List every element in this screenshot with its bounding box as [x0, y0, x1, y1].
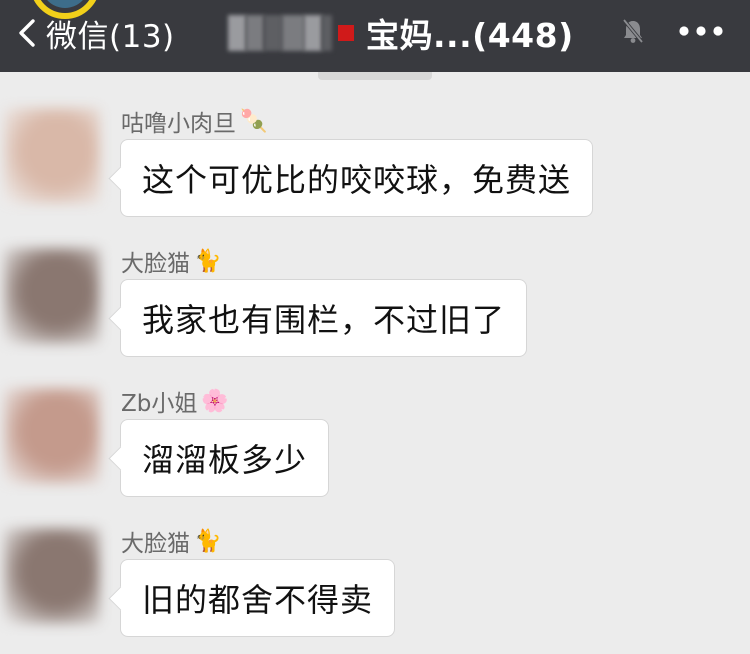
avatar[interactable]	[4, 528, 100, 624]
message-bubble[interactable]: 溜溜板多少	[120, 419, 330, 497]
cat-emoji-icon: 🐈	[194, 248, 222, 274]
flower-emoji-icon: 🌸	[201, 388, 229, 414]
message-bubble[interactable]: 旧的都舍不得卖	[120, 559, 396, 637]
chat-title[interactable]: 宝妈...(448)	[228, 6, 574, 60]
back-label: 微信(13)	[46, 18, 175, 55]
pull-down-tab	[318, 72, 432, 80]
dango-emoji-icon: 🍡	[240, 108, 268, 134]
sender-name: Zb小姐 🌸	[121, 384, 229, 418]
chat-title-text: 宝妈...(448)	[366, 16, 574, 55]
avatar[interactable]	[4, 248, 100, 344]
avatar[interactable]	[4, 108, 100, 204]
chevron-left-icon	[19, 19, 35, 47]
message-bubble[interactable]: 我家也有围栏，不过旧了	[120, 279, 528, 357]
cat-emoji-icon: 🐈	[194, 528, 222, 554]
sender-name-text: Zb小姐	[121, 391, 198, 417]
sender-name-text: 咕噜小肉旦	[121, 111, 236, 137]
more-dots-icon[interactable]	[676, 20, 726, 42]
back-button[interactable]: 微信(13)	[18, 6, 175, 60]
chat-header-bar: 微信(13) 宝妈...(448)	[0, 0, 750, 72]
sender-name-text: 大脸猫	[121, 251, 190, 277]
avatar[interactable]	[4, 388, 100, 484]
message-bubble[interactable]: 这个可优比的咬咬球，免费送	[120, 139, 594, 217]
sender-name: 咕噜小肉旦 🍡	[121, 104, 267, 138]
sender-name: 大脸猫 🐈	[121, 524, 221, 558]
sender-name: 大脸猫 🐈	[121, 244, 221, 278]
redacted-group-name	[228, 14, 360, 52]
bell-off-icon	[622, 18, 644, 44]
sender-name-text: 大脸猫	[121, 531, 190, 557]
